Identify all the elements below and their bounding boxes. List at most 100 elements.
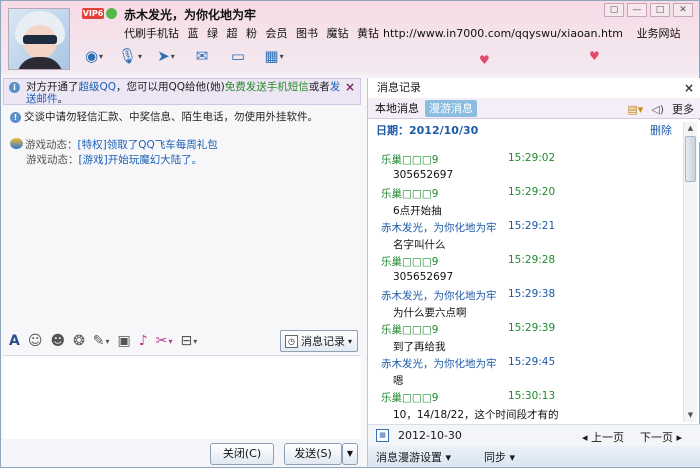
notice-text: ，您可以用QQ给他(她) bbox=[116, 81, 225, 93]
message-sender: 乐巢□□□9 bbox=[381, 188, 439, 200]
message-time: 15:29:02 bbox=[508, 152, 556, 164]
message-record-button[interactable]: ◷ 消息记录 ▾ bbox=[280, 330, 358, 352]
more-button[interactable]: 更多 bbox=[672, 101, 694, 117]
sync-button[interactable]: 同步 ▾ bbox=[484, 449, 515, 465]
history-scrollbar[interactable]: ▲ ▼ bbox=[683, 122, 697, 422]
contact-avatar[interactable] bbox=[8, 8, 70, 70]
history-nav-date[interactable]: 2012-10-30 bbox=[398, 429, 462, 442]
game-update: 游戏动态：[特权]领取了QQ飞车每周礼包 bbox=[10, 137, 218, 152]
message-history-panel: 消息记录 × 本地消息 漫游消息 ▤▾ ◁) 更多 日期：2012/10/30 … bbox=[367, 78, 700, 467]
calendar-icon[interactable]: ▦ bbox=[376, 429, 389, 442]
close-history-icon[interactable]: × bbox=[684, 78, 694, 98]
magic-emoticon-icon[interactable]: ☻ bbox=[50, 333, 65, 349]
signature-link: 黄钻 bbox=[357, 27, 379, 40]
info-icon: i bbox=[9, 82, 20, 93]
message-text: 305652697 bbox=[393, 169, 454, 181]
music-icon[interactable]: ♪ bbox=[139, 333, 148, 349]
message-header: 乐巢□□□9 15:29:28 bbox=[381, 254, 555, 269]
roam-settings-button[interactable]: 消息漫游设置 ▾ bbox=[376, 449, 451, 465]
video-call-icon[interactable]: ◉ ▾ bbox=[79, 43, 109, 69]
send-options-button[interactable]: ▼ bbox=[342, 443, 358, 465]
avatar-body bbox=[17, 57, 63, 69]
message-sender: 乐巢□□□9 bbox=[381, 324, 439, 336]
game-update-link[interactable]: [特权]领取了QQ飞车每周礼包 bbox=[78, 139, 218, 151]
speaker-icon[interactable]: ◁) bbox=[651, 103, 664, 116]
game-update-link[interactable]: [游戏]开始玩魔幻大陆了。 bbox=[79, 154, 203, 166]
scroll-up-icon[interactable]: ▲ bbox=[684, 122, 697, 135]
screenshot-icon[interactable]: ✂ ▾ bbox=[156, 333, 173, 349]
message-sender: 乐巢□□□9 bbox=[381, 392, 439, 404]
signature-link: 代刷手机钻 bbox=[124, 27, 179, 40]
message-text: 嗯 bbox=[393, 375, 404, 387]
heart-decoration-icon: ♥ bbox=[479, 53, 490, 67]
export-icon[interactable]: ▤▾ bbox=[627, 103, 643, 116]
shake-window-icon[interactable]: ❂ bbox=[73, 333, 85, 349]
message-header: 赤木发光，为你化地为牢 15:29:38 bbox=[381, 288, 555, 303]
emoticon-icon[interactable]: ☺ bbox=[28, 333, 43, 349]
qzone-icon[interactable] bbox=[106, 8, 117, 19]
history-footer: 消息漫游设置 ▾ 同步 ▾ bbox=[368, 446, 700, 467]
minimize-button[interactable]: — bbox=[627, 3, 647, 17]
message-sender: 赤木发光，为你化地为牢 bbox=[381, 222, 497, 234]
history-title: 消息记录 bbox=[377, 81, 421, 94]
contact-nickname: 赤木发光，为你化地为牢 bbox=[124, 8, 257, 22]
skin-button[interactable]: ▢ bbox=[604, 3, 624, 17]
message-time: 15:29:21 bbox=[508, 220, 556, 232]
send-image-icon[interactable]: ▣ bbox=[118, 333, 131, 349]
scroll-down-icon[interactable]: ▼ bbox=[684, 409, 697, 422]
game-update-label: 游戏动态： bbox=[25, 139, 78, 151]
close-window-button[interactable]: ✕ bbox=[673, 3, 693, 17]
signature-url-text: http://www.in7000.com/qqyswu/xiaoan.htm bbox=[383, 27, 624, 40]
send-button[interactable]: 发送(S) bbox=[284, 443, 342, 465]
signature-link: 蓝 bbox=[187, 27, 199, 40]
signature-link: 图书 bbox=[296, 27, 318, 40]
vip-badge[interactable]: VIP6 bbox=[82, 8, 104, 19]
game-update-label: 游戏动态： bbox=[26, 154, 79, 166]
history-date-header: 日期：2012/10/30 删除 bbox=[368, 120, 700, 142]
toolbox-icon[interactable]: ⊟ ▾ bbox=[180, 333, 197, 349]
shield-icon: ! bbox=[10, 112, 21, 123]
history-message-list: 乐巢□□□9 15:29:02 305652697 乐巢□□□9 15:29:20 … bbox=[368, 144, 684, 422]
app-icon[interactable]: ▦ ▾ bbox=[259, 43, 289, 69]
clock-icon: ◷ bbox=[285, 334, 298, 348]
message-sender: 乐巢□□□9 bbox=[381, 154, 439, 166]
font-icon[interactable]: A bbox=[9, 333, 20, 349]
message-text: 6点开始抽 bbox=[393, 205, 442, 217]
prev-page-button[interactable]: ◂ 上一页 bbox=[582, 429, 624, 445]
history-tools: ▤▾ ◁) 更多 bbox=[627, 101, 694, 117]
close-button[interactable]: 关闭(C) bbox=[210, 443, 274, 465]
message-text: 名字叫什么 bbox=[393, 239, 446, 251]
voice-call-icon[interactable]: 🎙 ▾ bbox=[115, 43, 145, 69]
super-qq-link[interactable]: 超级QQ bbox=[79, 81, 117, 93]
message-header: 赤木发光，为你化地为牢 15:29:21 bbox=[381, 220, 555, 235]
sms-icon[interactable]: ✉ bbox=[187, 43, 217, 69]
transfer-file-icon[interactable]: ➤ ▾ bbox=[151, 43, 181, 69]
signature-link: 魔钻 bbox=[326, 27, 349, 40]
message-input[interactable] bbox=[3, 355, 361, 439]
tab-local-messages[interactable]: 本地消息 bbox=[371, 100, 423, 117]
message-sender: 赤木发光，为你化地为牢 bbox=[381, 358, 497, 370]
message-time: 15:29:28 bbox=[508, 254, 556, 266]
message-time: 15:30:13 bbox=[508, 390, 556, 402]
close-notice-icon[interactable]: × bbox=[345, 81, 355, 93]
message-text: 10，14/18/22，这个时间段才有的 bbox=[393, 409, 559, 421]
safety-warning-text: 交谈中请勿轻信汇款、中奖信息、陌生电话，勿使用外挂软件。 bbox=[24, 111, 318, 123]
graffiti-icon[interactable]: ✎ ▾ bbox=[93, 333, 110, 349]
tab-roaming-messages[interactable]: 漫游消息 bbox=[425, 100, 477, 117]
next-page-button[interactable]: 下一页 ▸ bbox=[640, 429, 682, 445]
message-time: 15:29:39 bbox=[508, 322, 556, 334]
safety-warning: ! 交谈中请勿轻信汇款、中奖信息、陌生电话，勿使用外挂软件。 bbox=[10, 109, 318, 124]
signature-url: http://www.in7000.com/qqyswu/xiaoan.htm … bbox=[383, 25, 691, 41]
free-sms-link[interactable]: 免费发送手机短信 bbox=[225, 81, 309, 93]
avatar-glasses bbox=[23, 35, 57, 44]
signature-links: 代刷手机钻 蓝 绿 超 粉 会员 图书 魔钻 黄钻 bbox=[124, 25, 384, 41]
remote-desktop-icon[interactable]: ▭ bbox=[223, 43, 253, 69]
message-time: 15:29:45 bbox=[508, 356, 556, 368]
chevron-down-icon: ▾ bbox=[348, 336, 353, 346]
maximize-button[interactable]: □ bbox=[650, 3, 670, 17]
history-navigation: ▦ 2012-10-30 ◂ 上一页 下一页 ▸ bbox=[368, 424, 700, 446]
message-header: 赤木发光，为你化地为牢 15:29:45 bbox=[381, 356, 555, 371]
signature-link: 超 bbox=[226, 27, 238, 40]
delete-button[interactable]: 删除 bbox=[650, 120, 672, 142]
scroll-thumb[interactable] bbox=[685, 136, 696, 182]
